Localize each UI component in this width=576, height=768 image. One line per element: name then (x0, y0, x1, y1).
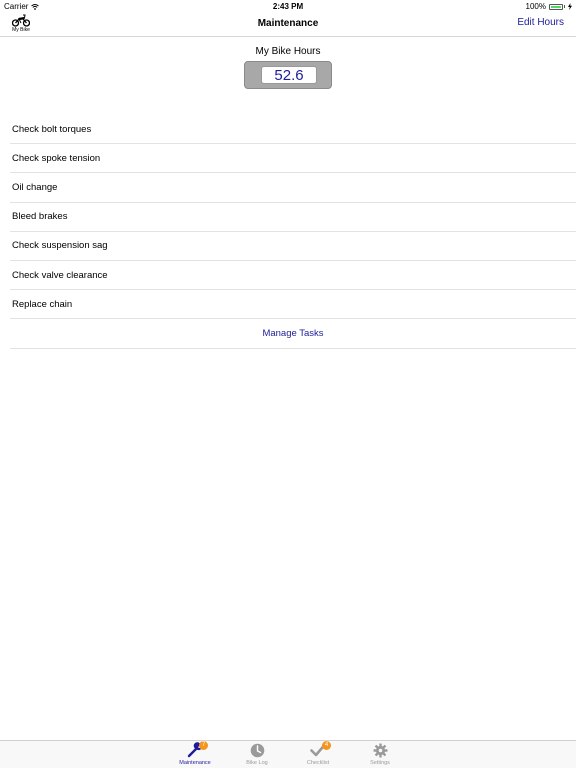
tab-checklist-label: Checklist (306, 760, 330, 766)
tab-checklist[interactable]: 4 Checklist (293, 741, 343, 768)
battery-nub (564, 5, 565, 8)
checklist-badge: 4 (322, 741, 331, 750)
task-row-check-valve-clearance[interactable]: Check valve clearance (10, 261, 576, 291)
manage-tasks-button[interactable]: Manage Tasks (10, 319, 576, 349)
task-list: Check bolt torques Check spoke tension O… (10, 115, 576, 349)
tab-bike-log-label: Bike Log (246, 760, 268, 766)
gear-icon (373, 743, 387, 757)
maintenance-badge: 7 (199, 741, 208, 750)
battery-icon (549, 3, 563, 10)
tab-bike-log[interactable]: Bike Log (232, 742, 282, 768)
tab-settings-icon-wrap (371, 742, 389, 758)
tab-bike-log-icon-wrap (248, 742, 266, 758)
task-row-check-spoke-tension[interactable]: Check spoke tension (10, 144, 576, 174)
battery-fill (551, 5, 561, 8)
edit-hours-button[interactable]: Edit Hours (517, 17, 564, 28)
battery-status: 100% (526, 2, 572, 11)
bike-hours-value: 52.6 (261, 66, 317, 84)
navigation-bar: My Bike Maintenance Edit Hours (0, 12, 576, 37)
tab-maintenance-icon-wrap: 7 (186, 741, 208, 758)
clock-icon (250, 743, 264, 757)
charging-bolt-icon (568, 3, 572, 10)
task-row-replace-chain[interactable]: Replace chain (10, 290, 576, 320)
tab-maintenance[interactable]: 7 Maintenance (170, 741, 220, 768)
tab-checklist-icon-wrap: 4 (309, 741, 331, 758)
bike-hours-display: 52.6 (244, 61, 332, 89)
status-bar: Carrier 2:43 PM 100% (0, 0, 576, 12)
task-row-check-bolt-torques[interactable]: Check bolt torques (10, 115, 576, 145)
tab-settings[interactable]: Settings (355, 742, 405, 768)
tab-settings-label: Settings (370, 760, 390, 766)
battery-percent: 100% (525, 2, 546, 11)
task-row-oil-change[interactable]: Oil change (10, 173, 576, 203)
tab-bar: 7 Maintenance Bike Log 4 Checklist Setti… (0, 740, 576, 768)
task-row-bleed-brakes[interactable]: Bleed brakes (10, 203, 576, 232)
status-time: 2:43 PM (272, 2, 304, 11)
tab-maintenance-label: Maintenance (179, 760, 211, 766)
bike-hours-label: My Bike Hours (255, 46, 321, 57)
page-title: Maintenance (257, 18, 319, 29)
task-row-check-suspension-sag[interactable]: Check suspension sag (10, 232, 576, 261)
